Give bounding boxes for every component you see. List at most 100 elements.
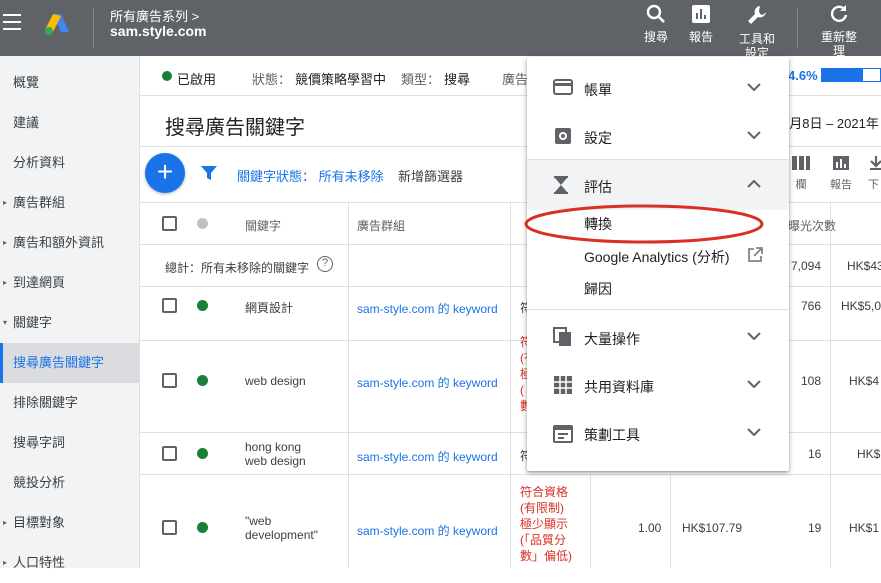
nav-item-search-keywords[interactable]: 搜尋廣告關鍵字 bbox=[0, 343, 140, 383]
tools-settings-button[interactable]: 工具和設定 bbox=[732, 4, 782, 60]
total-label: 總計：所有未移除的關鍵字 bbox=[165, 261, 310, 275]
menu-item-settings[interactable]: 設定 bbox=[527, 112, 789, 160]
caret-right-icon: ▸ bbox=[3, 558, 8, 567]
chevron-down-icon bbox=[747, 83, 761, 92]
enabled-status-icon bbox=[197, 448, 208, 459]
keyword-text[interactable]: 網頁設計 bbox=[245, 299, 293, 316]
submenu-google-analytics[interactable]: Google Analytics (分析) bbox=[584, 247, 730, 267]
left-navigation: 概覽 建議 分析資料 ▸ 廣告群組 ▸ 廣告和額外資訊 ▸ 到達網頁 ▾ 關鍵字 搜尋廣… bbox=[0, 56, 140, 570]
enabled-status-icon bbox=[197, 300, 208, 311]
filter-label: 關鍵字狀態： bbox=[237, 169, 316, 184]
report-button[interactable]: 報告 bbox=[686, 4, 716, 44]
report-icon bbox=[692, 5, 710, 23]
strategy-value: 競價策略學習中 bbox=[295, 72, 387, 87]
columns-button[interactable]: 欄 bbox=[790, 155, 812, 192]
caret-down-icon: ▾ bbox=[3, 318, 8, 327]
tools-settings-menu: 帳單 設定 評估 轉換 Google Analytics (分析) 歸因 大量操… bbox=[524, 57, 789, 471]
menu-icon[interactable] bbox=[3, 14, 23, 30]
optimization-score[interactable]: 4.6% bbox=[788, 68, 818, 83]
nav-item-overview[interactable]: 概覽 bbox=[0, 63, 140, 103]
nav-item-landing-pages[interactable]: ▸ 到達網頁 bbox=[0, 263, 140, 303]
adgroup-link[interactable]: sam-style.com 的 keyword bbox=[357, 300, 498, 317]
menu-item-billing[interactable]: 帳單 bbox=[527, 64, 789, 112]
wrench-icon bbox=[748, 6, 766, 24]
nav-label: 廣告群組 bbox=[13, 195, 66, 210]
impressions-value: 19 bbox=[808, 521, 822, 535]
nav-label: 關鍵字 bbox=[13, 315, 53, 330]
row-checkbox[interactable] bbox=[162, 520, 177, 535]
nav-item-negative-keywords[interactable]: 排除關鍵字 bbox=[0, 383, 140, 423]
top-app-bar: 所有廣告系列 > sam.style.com 搜尋 報告 工具和設定 重新整理 bbox=[0, 0, 881, 60]
adgroup-link[interactable]: sam-style.com 的 keyword bbox=[357, 448, 498, 465]
adgroup-link[interactable]: sam-style.com 的 keyword bbox=[357, 374, 498, 391]
nav-item-audiences[interactable]: ▸ 目標對象 bbox=[0, 503, 140, 543]
menu-item-measurement[interactable]: 評估 bbox=[527, 161, 789, 209]
row-checkbox[interactable] bbox=[162, 298, 177, 313]
chevron-down-icon bbox=[747, 332, 761, 341]
column-adgroup[interactable]: 廣告群組 bbox=[357, 217, 405, 234]
filter-value: 所有未移除 bbox=[318, 169, 384, 184]
max-cpc-value[interactable]: 1.00 bbox=[638, 521, 661, 535]
caret-right-icon: ▸ bbox=[3, 238, 8, 247]
caret-right-icon: ▸ bbox=[3, 278, 8, 287]
open-external-icon[interactable] bbox=[747, 247, 763, 263]
menu-label: 大量操作 bbox=[584, 331, 640, 347]
nav-item-ads-extensions[interactable]: ▸ 廣告和額外資訊 bbox=[0, 223, 140, 263]
nav-label: 廣告和額外資訊 bbox=[13, 235, 105, 250]
nav-label: 到達網頁 bbox=[13, 275, 66, 290]
refresh-label: 重新整理 bbox=[820, 30, 857, 58]
enabled-status-icon bbox=[197, 375, 208, 386]
status-column-icon bbox=[197, 218, 208, 229]
menu-item-shared-library[interactable]: 共用資料庫 bbox=[527, 361, 789, 409]
row-checkbox[interactable] bbox=[162, 446, 177, 461]
column-impressions[interactable]: 曝光次數 bbox=[788, 217, 836, 234]
date-range[interactable]: 4月8日 – 2021年 bbox=[782, 113, 879, 132]
keyword-text[interactable]: "web development" bbox=[245, 514, 318, 542]
red-highlight-ellipse bbox=[524, 204, 764, 244]
budget-label: 廣告 bbox=[502, 72, 529, 87]
nav-label: 競投分析 bbox=[13, 475, 66, 490]
download-button[interactable]: 下 bbox=[868, 155, 881, 192]
bar-chart-icon bbox=[833, 156, 849, 170]
search-icon bbox=[646, 4, 665, 23]
nav-item-demographics[interactable]: ▸ 人口特性 bbox=[0, 543, 140, 583]
account-name[interactable]: sam.style.com bbox=[110, 23, 207, 39]
nav-item-insights[interactable]: 分析資料 bbox=[0, 143, 140, 183]
nav-item-auction-insights[interactable]: 競投分析 bbox=[0, 463, 140, 503]
google-ads-logo bbox=[45, 14, 69, 35]
enabled-status-icon bbox=[197, 522, 208, 533]
cost-value: HK$1 bbox=[849, 521, 880, 535]
select-all-checkbox[interactable] bbox=[162, 216, 177, 231]
campaign-status[interactable]: 已啟用 bbox=[177, 69, 216, 88]
help-icon[interactable]: ? bbox=[317, 256, 333, 272]
nav-item-recommendations[interactable]: 建議 bbox=[0, 103, 140, 143]
column-keyword[interactable]: 關鍵字 bbox=[245, 217, 281, 234]
nav-item-keywords[interactable]: ▾ 關鍵字 bbox=[0, 303, 140, 343]
menu-item-bulk-actions[interactable]: 大量操作 bbox=[527, 313, 789, 361]
active-filter-chip[interactable]: 關鍵字狀態： 所有未移除 bbox=[237, 166, 384, 185]
keyword-text[interactable]: web design bbox=[245, 374, 306, 388]
chevron-down-icon bbox=[747, 380, 761, 389]
menu-item-planning[interactable]: 策劃工具 bbox=[527, 409, 789, 457]
row-checkbox[interactable] bbox=[162, 373, 177, 388]
nav-label: 目標對象 bbox=[13, 515, 66, 530]
nav-item-search-terms[interactable]: 搜尋字詞 bbox=[0, 423, 140, 463]
status-dot bbox=[162, 71, 172, 81]
keyword-text[interactable]: hong kong web design bbox=[245, 440, 306, 468]
columns-label: 欄 bbox=[795, 179, 807, 191]
add-keyword-button[interactable]: + bbox=[145, 153, 185, 193]
adgroup-link[interactable]: sam-style.com 的 keyword bbox=[357, 522, 498, 539]
search-button[interactable]: 搜尋 bbox=[642, 4, 670, 44]
total-impressions: 7,094 bbox=[791, 259, 822, 273]
reports-button[interactable]: 報告 bbox=[828, 155, 854, 192]
filter-icon[interactable] bbox=[200, 164, 218, 182]
nav-label: 排除關鍵字 bbox=[13, 395, 79, 410]
refresh-button[interactable]: 重新整理 bbox=[814, 4, 864, 58]
keyword-status: 符合資格 (有限制) 極少顯示 (「品質分 數」偏低) bbox=[520, 485, 572, 563]
optimization-score-fill bbox=[822, 69, 863, 81]
cost-value: HK$ bbox=[857, 447, 881, 461]
nav-item-ad-groups[interactable]: ▸ 廣告群組 bbox=[0, 183, 140, 223]
type-value: 搜尋 bbox=[444, 72, 471, 87]
add-filter-button[interactable]: 新增篩選器 bbox=[398, 166, 463, 185]
submenu-attribution[interactable]: 歸因 bbox=[584, 279, 612, 299]
